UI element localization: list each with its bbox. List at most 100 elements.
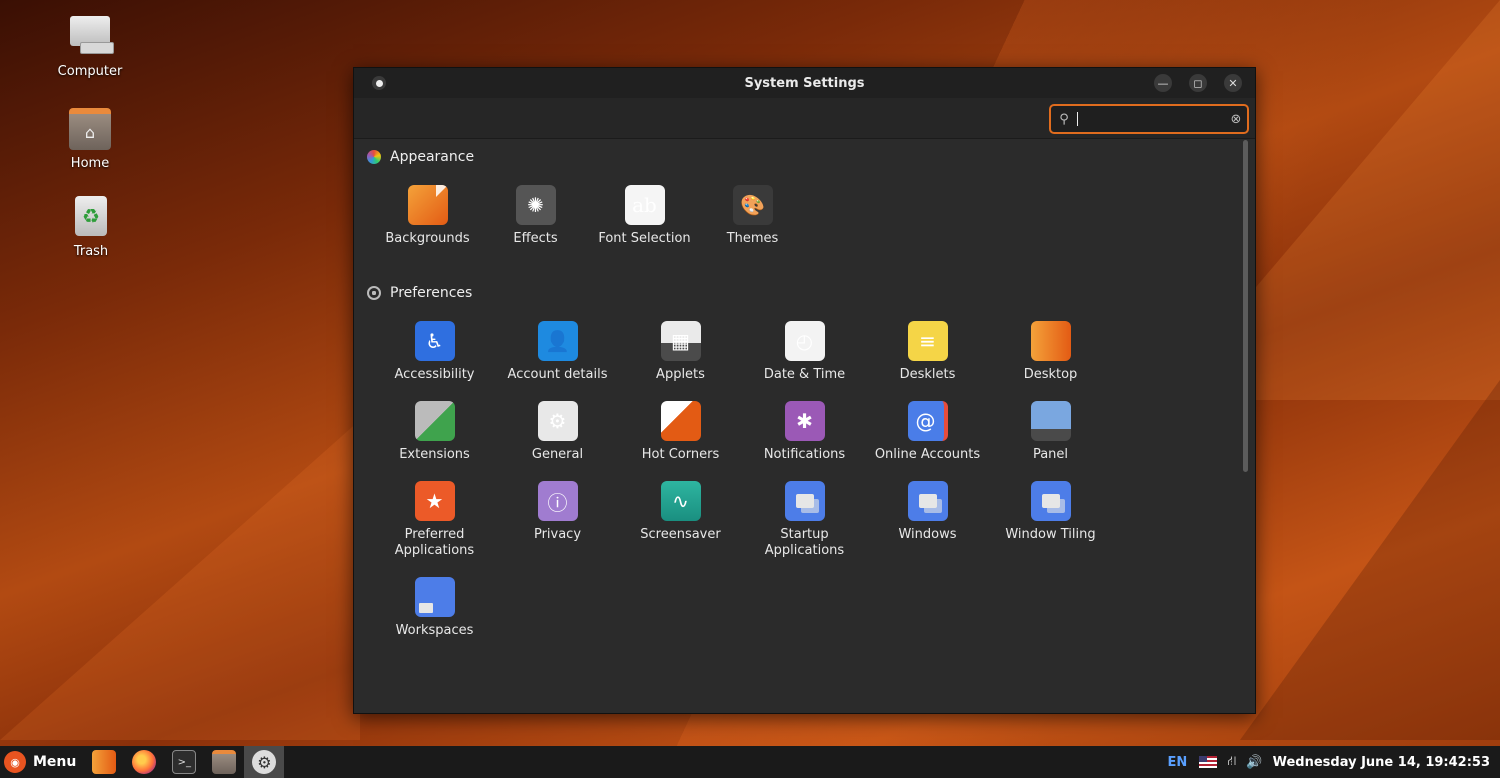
screensaver-icon: ∿ (660, 481, 701, 521)
desktop-icon-computer[interactable]: Computer (45, 12, 135, 79)
settings-item-date-time[interactable]: ◴ Date & Time (743, 321, 866, 383)
general-icon: ⚙ (537, 401, 578, 441)
wallpaper-shape (1240, 380, 1500, 740)
settings-item-font-selection[interactable]: ab Font Selection (583, 185, 706, 247)
date-time-icon: ◴ (784, 321, 825, 361)
settings-item-backgrounds[interactable]: Backgrounds (366, 185, 489, 247)
windows-icon (907, 481, 948, 521)
maximize-button[interactable]: ◻ (1189, 74, 1207, 92)
settings-item-workspaces[interactable]: Workspaces (373, 577, 496, 639)
section-appearance-header: Appearance (367, 149, 474, 165)
settings-item-label: Notifications (763, 447, 846, 462)
settings-item-themes[interactable]: 🎨 Themes (691, 185, 814, 247)
desktop-icon-home[interactable]: ⌂ Home (45, 104, 135, 171)
taskbar-launcher-files[interactable] (84, 746, 124, 778)
taskbar-launcher-firefox[interactable] (124, 746, 164, 778)
settings-item-label: Extensions (399, 447, 470, 462)
menu-button[interactable]: ◉ Menu (0, 751, 84, 773)
settings-item-general[interactable]: ⚙ General (496, 401, 619, 463)
settings-item-label: General (531, 447, 584, 462)
font-selection-icon: ab (624, 185, 665, 225)
settings-item-screensaver[interactable]: ∿ Screensaver (619, 481, 742, 543)
settings-item-label: Online Accounts (874, 447, 981, 462)
settings-item-desktop[interactable]: Desktop (989, 321, 1112, 383)
settings-item-label: Effects (513, 231, 558, 246)
keyboard-layout-indicator[interactable]: EN (1168, 755, 1188, 770)
account-details-icon: 👤 (537, 321, 578, 361)
system-tray: EN ⛙ 🔊 Wednesday June 14, 19:42:53 (1168, 754, 1500, 771)
settings-item-notifications[interactable]: ✱ Notifications (743, 401, 866, 463)
settings-item-windows[interactable]: Windows (866, 481, 989, 543)
themes-icon: 🎨 (732, 185, 773, 225)
search-icon: ⚲ (1059, 111, 1069, 127)
settings-item-desklets[interactable]: ≡ Desklets (866, 321, 989, 383)
settings-item-applets[interactable]: ▦ Applets (619, 321, 742, 383)
system-settings-window: System Settings — ◻ ✕ ⚲ ⊗ Appearance Bac… (353, 67, 1256, 714)
settings-item-panel[interactable]: Panel (989, 401, 1112, 463)
settings-item-label: Desktop (1023, 367, 1078, 382)
hot-corners-icon (660, 401, 701, 441)
section-title: Preferences (390, 285, 473, 301)
volume-icon[interactable]: 🔊 (1246, 755, 1262, 770)
settings-item-label: Privacy (533, 527, 582, 542)
section-title: Appearance (390, 149, 475, 165)
desktop-icon-label: Trash (73, 244, 109, 259)
settings-item-label: Date & Time (763, 367, 846, 382)
online-accounts-icon: @ (907, 401, 948, 441)
panel-icon (1030, 401, 1071, 441)
settings-content: Appearance Backgrounds ✺ Effects ab Font… (354, 139, 1255, 713)
file-manager-icon (212, 750, 237, 774)
settings-item-label: Preferred Applications (394, 527, 475, 558)
settings-item-startup-applications[interactable]: Startup Applications (743, 481, 866, 559)
settings-item-accessibility[interactable]: ♿ Accessibility (373, 321, 496, 383)
firefox-icon (132, 750, 157, 774)
search-box[interactable]: ⚲ ⊗ (1049, 104, 1249, 134)
settings-item-label: Themes (726, 231, 779, 246)
search-bar: ⚲ ⊗ (354, 98, 1255, 139)
settings-item-label: Hot Corners (641, 447, 720, 462)
us-flag-icon (1199, 756, 1218, 768)
scrollbar-thumb[interactable] (1243, 140, 1248, 472)
preferences-icon (367, 286, 381, 300)
settings-item-preferred-applications[interactable]: ★ Preferred Applications (373, 481, 496, 559)
desktop-icon-label: Computer (57, 64, 123, 79)
terminal-icon: >_ (172, 750, 197, 774)
clear-search-icon[interactable]: ⊗ (1225, 112, 1247, 127)
startup-applications-icon (784, 481, 825, 521)
window-titlebar[interactable]: System Settings — ◻ ✕ (354, 68, 1255, 98)
minimize-button[interactable]: — (1154, 74, 1172, 92)
settings-item-label: Account details (507, 367, 608, 382)
network-icon[interactable]: ⛙ (1227, 754, 1236, 771)
settings-item-hot-corners[interactable]: Hot Corners (619, 401, 742, 463)
settings-item-label: Startup Applications (764, 527, 845, 558)
settings-item-extensions[interactable]: Extensions (373, 401, 496, 463)
taskbar: ◉ Menu >_ ⚙ EN ⛙ 🔊 Wednesday June 14, 19… (0, 746, 1500, 778)
taskbar-window-system-settings[interactable]: ⚙ (244, 746, 285, 778)
search-input[interactable] (1078, 110, 1225, 128)
accessibility-icon: ♿ (414, 321, 455, 361)
settings-item-label: Backgrounds (385, 231, 470, 246)
computer-icon (68, 16, 114, 60)
settings-item-account-details[interactable]: 👤 Account details (496, 321, 619, 383)
desktop-icon-trash[interactable]: ♻ Trash (46, 194, 136, 259)
wallpaper-shape (0, 420, 360, 740)
home-folder-icon: ⌂ (68, 108, 112, 152)
settings-item-effects[interactable]: ✺ Effects (474, 185, 597, 247)
menu-logo-icon: ◉ (4, 751, 26, 773)
effects-icon: ✺ (515, 185, 556, 225)
taskbar-launcher-file-manager[interactable] (204, 746, 244, 778)
settings-item-label: Workspaces (395, 623, 474, 638)
desktop-icon (1030, 321, 1071, 361)
backgrounds-icon (407, 185, 448, 225)
settings-item-online-accounts[interactable]: @ Online Accounts (866, 401, 989, 463)
settings-item-privacy[interactable]: ⓘ Privacy (496, 481, 619, 543)
window-tiling-icon (1030, 481, 1071, 521)
settings-item-label: Font Selection (598, 231, 691, 246)
files-app-icon (92, 750, 117, 774)
taskbar-launcher-terminal[interactable]: >_ (164, 746, 204, 778)
settings-item-window-tiling[interactable]: Window Tiling (989, 481, 1112, 543)
preferred-applications-icon: ★ (414, 481, 455, 521)
system-settings-icon: ⚙ (252, 750, 277, 774)
clock[interactable]: Wednesday June 14, 19:42:53 (1273, 755, 1490, 770)
close-button[interactable]: ✕ (1224, 74, 1242, 92)
